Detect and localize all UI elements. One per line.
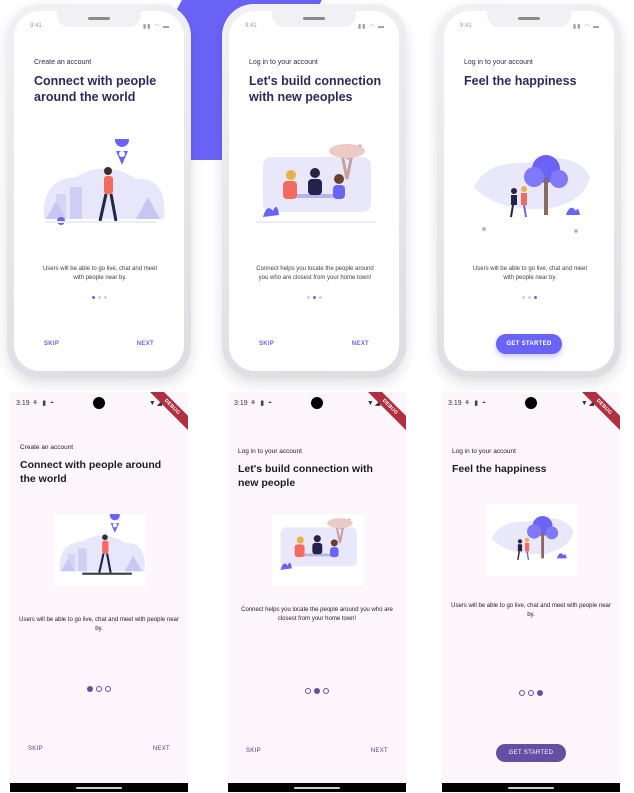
page-dot-active [314, 688, 320, 694]
skip-button[interactable]: SKIP [44, 341, 59, 347]
android-screen-1: 3:19 ⚘ ▮ ◓ ▼◢▮ DEBUG Create an account C… [10, 392, 188, 792]
screen-description: Users will be able to go live, chat and … [42, 266, 158, 281]
system-nav-bar [10, 783, 188, 792]
page-dot [96, 686, 102, 692]
screen-description: Users will be able to go live, chat and … [19, 617, 179, 632]
onboarding-illustration-connect [43, 139, 165, 225]
screen-description: Users will be able to go live, chat and … [451, 603, 611, 618]
screen-title: Let's build connection with new peoples [249, 74, 382, 104]
page-dot [306, 296, 310, 299]
page-dot [521, 296, 525, 299]
camera-cutout [311, 397, 323, 409]
status-icons: ▮▮ ◠ ▬ [572, 24, 600, 30]
screen-description: Connect helps you locate the people arou… [256, 266, 374, 281]
screen-title: Feel the happiness [464, 74, 577, 88]
onboarding-illustration-connect [54, 514, 146, 586]
notch [487, 11, 571, 27]
camera-cutout [525, 397, 537, 409]
status-time: 3:19 [448, 400, 462, 407]
page-indicator [14, 296, 184, 299]
system-nav-bar [228, 783, 406, 792]
page-indicator [442, 690, 620, 696]
screen-subtitle: Log in to your account [238, 448, 302, 455]
iphone-screen: 9:41 ▮▮ ◠ ▬ Log in to your account Feel … [444, 11, 614, 371]
get-started-button[interactable]: GET STARTED [496, 334, 562, 354]
next-button[interactable]: NEXT [153, 746, 170, 752]
page-indicator [229, 296, 399, 299]
next-button[interactable]: NEXT [137, 341, 154, 347]
status-icons: ▮▮ ◠ ▬ [357, 24, 385, 30]
page-dot [323, 688, 329, 694]
iphone-mockup-3: 9:41 ▮▮ ◠ ▬ Log in to your account Feel … [437, 4, 621, 378]
screen-subtitle: Log in to your account [249, 59, 318, 66]
notch [272, 11, 356, 27]
status-time: 9:41 [460, 23, 472, 29]
next-button[interactable]: NEXT [352, 341, 369, 347]
page-indicator [10, 686, 188, 692]
status-icons: ⚘ ▮ ◓ [250, 400, 274, 407]
skip-button[interactable]: SKIP [259, 341, 274, 347]
status-time: 9:41 [245, 23, 257, 29]
iphone-screen: 9:41 ▮▮ ◠ ▬ Log in to your account Let's… [229, 11, 399, 371]
screen-description: Connect helps you locate the people arou… [241, 607, 393, 622]
status-icons: ⚘ ▮ ◓ [464, 400, 488, 407]
screen-title: Feel the happiness [452, 463, 547, 475]
status-icons: ⚘ ▮ ◓ [32, 400, 56, 407]
page-dot-active [87, 686, 93, 692]
skip-button[interactable]: SKIP [246, 748, 261, 754]
page-dot-active [537, 690, 543, 696]
system-nav-bar [442, 783, 620, 792]
status-time: 9:41 [30, 23, 42, 29]
onboarding-illustration-friends [272, 514, 364, 586]
page-dot [105, 686, 111, 692]
status-time: 3:19 [234, 400, 248, 407]
android-screen-3: 3:19 ⚘ ▮ ◓ ▼◢▮ DEBUG Log in to your acco… [442, 392, 620, 792]
screen-title: Let's build connection with new people [238, 463, 373, 489]
onboarding-illustration-happiness [486, 504, 578, 576]
screen-subtitle: Create an account [34, 59, 92, 66]
iphone-screen: 9:41 ▮▮ ◠ ▬ Create an account Connect wi… [14, 11, 184, 371]
debug-banner: DEBUG [365, 392, 406, 432]
onboarding-illustration-friends [256, 143, 376, 223]
page-dot [318, 296, 322, 299]
page-dot-active [312, 296, 316, 299]
screen-subtitle: Create an account [20, 444, 74, 451]
page-dot-active [91, 296, 95, 299]
debug-banner: DEBUG [579, 392, 620, 432]
get-started-button[interactable]: GET STARTED [496, 744, 566, 762]
camera-cutout [93, 397, 105, 409]
page-dot [305, 688, 311, 694]
notch [57, 11, 141, 27]
page-dot [528, 690, 534, 696]
skip-button[interactable]: SKIP [28, 746, 43, 752]
debug-banner: DEBUG [147, 392, 188, 432]
screen-subtitle: Log in to your account [452, 448, 516, 455]
page-indicator [444, 296, 614, 299]
next-button[interactable]: NEXT [371, 748, 388, 754]
page-dot [527, 296, 531, 299]
iphone-mockup-2: 9:41 ▮▮ ◠ ▬ Log in to your account Let's… [222, 4, 406, 378]
screen-description: Users will be able to go live, chat and … [472, 266, 588, 281]
page-indicator [228, 688, 406, 694]
page-dot-active [533, 296, 537, 299]
android-screen-2: 3:19 ⚘ ▮ ◓ ▼◢▮ DEBUG Log in to your acco… [228, 392, 406, 792]
screen-title: Connect with people around the world [34, 74, 157, 104]
onboarding-illustration-happiness [474, 155, 590, 233]
page-dot [519, 690, 525, 696]
status-time: 3:19 [16, 400, 30, 407]
status-icons: ▮▮ ◠ ▬ [142, 24, 170, 30]
iphone-mockup-1: 9:41 ▮▮ ◠ ▬ Create an account Connect wi… [7, 4, 191, 378]
page-dot [103, 296, 107, 299]
screen-subtitle: Log in to your account [464, 59, 533, 66]
page-dot [97, 296, 101, 299]
screen-title: Connect with people around the world [20, 459, 162, 485]
